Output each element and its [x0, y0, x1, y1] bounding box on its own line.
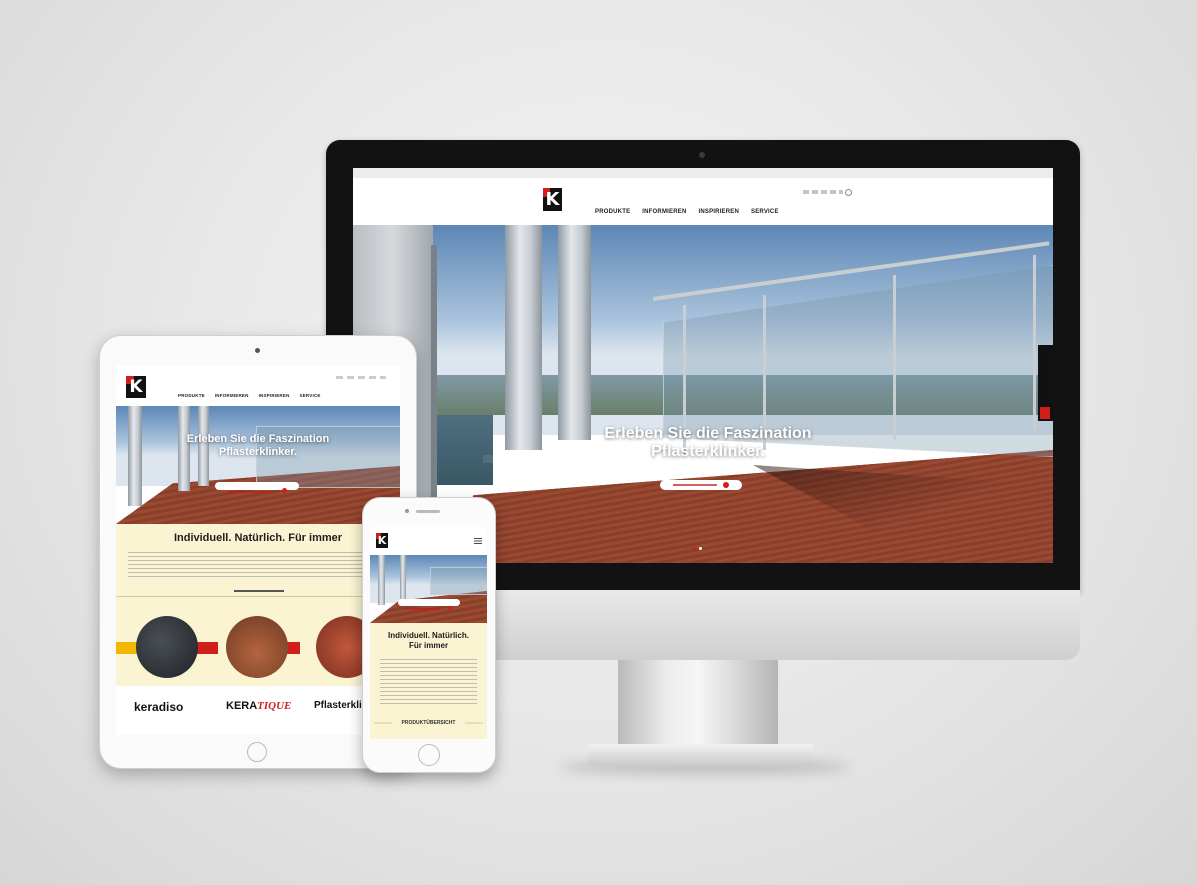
tablet-nav: PRODUKTE INFORMIEREN INSPIRIEREN SERVICE	[178, 393, 321, 398]
brand-keratique[interactable]: KERATIQUE	[226, 700, 291, 712]
tablet-utility-links[interactable]	[336, 376, 386, 379]
tablet-hero-title-line-2: Pflasterklinker.	[218, 446, 298, 458]
mobile-pillar-2	[400, 555, 406, 599]
mobile-hero	[370, 555, 487, 623]
hero-rail-post-4	[1033, 255, 1036, 430]
tablet-intro-section: Individuell. Natürlich. Für immer keradi…	[116, 524, 400, 735]
nav-inspirieren[interactable]: INSPIRIEREN	[698, 209, 739, 219]
tablet-divider	[116, 596, 400, 597]
arrow-icon	[723, 481, 730, 488]
brand-keratique-part-2: TIQUE	[257, 700, 292, 712]
imac-stand	[618, 660, 778, 748]
tablet-website: K PRODUKTE INFORMIEREN INSPIRIEREN SERVI…	[116, 366, 400, 735]
mobile-website: K Individuell. Natürlich. Für immer PROD…	[370, 527, 487, 739]
mobile-section-title: Individuell. Natürlich. Für immer	[370, 631, 487, 651]
kerawil-logo[interactable]: K	[543, 188, 562, 211]
imac-foot	[588, 744, 814, 766]
tablet-nav-informieren[interactable]: INFORMIEREN	[215, 393, 249, 398]
mobile-link-rule-right	[465, 722, 483, 724]
nav-produkte[interactable]: PRODUKTE	[595, 209, 630, 219]
tablet-header: K PRODUKTE INFORMIEREN INSPIRIEREN SERVI…	[116, 366, 400, 406]
hero-title: Erleben Sie die Faszination Pflasterklin…	[563, 425, 853, 461]
mobile-arrow-icon	[448, 605, 453, 610]
hero-title-line-1: Erleben Sie die Faszination	[604, 425, 812, 442]
desktop-header: K PRODUKTE INFORMIEREN INSPIRIEREN SERVI…	[353, 178, 1053, 225]
mockup-stage: K PRODUKTE INFORMIEREN INSPIRIEREN SERVI…	[0, 0, 1197, 885]
side-tab-icon[interactable]	[1040, 407, 1050, 419]
tablet-hero-title: Erleben Sie die Faszination Pflasterklin…	[168, 433, 348, 459]
tablet-nav-produkte[interactable]: PRODUKTE	[178, 393, 205, 398]
brand-keratique-part-1: KERA	[226, 700, 258, 712]
mobile-section-title-line-2: Für immer	[408, 641, 449, 650]
nav-informieren[interactable]: INFORMIEREN	[642, 209, 686, 219]
utility-links[interactable]	[803, 190, 843, 194]
tablet-nav-service[interactable]: SERVICE	[300, 393, 321, 398]
hero-pillar-2	[558, 225, 591, 440]
tablet-arrow-icon	[281, 488, 287, 494]
tablet-product-photo-2[interactable]	[226, 616, 288, 678]
mobile-section-title-line-1: Individuell. Natürlich.	[388, 631, 469, 640]
hero-cta-button[interactable]	[660, 480, 742, 490]
ipad-home-button	[247, 742, 267, 762]
mobile-glass-railing	[430, 567, 487, 595]
mobile-header: K	[370, 527, 487, 555]
hero-rail-post-3	[893, 275, 896, 440]
tablet-intro-text	[128, 552, 388, 580]
mobile-intro-section: Individuell. Natürlich. Für immer PRODUK…	[370, 623, 487, 739]
iphone-home-button	[418, 744, 440, 766]
tablet-brand-strip: keradiso KERATIQUE Pflasterkli	[116, 686, 400, 735]
tablet-kerawil-logo[interactable]: K	[126, 376, 146, 398]
ipad-camera	[255, 348, 260, 353]
search-icon[interactable]	[845, 189, 852, 196]
iphone-speaker	[416, 510, 440, 513]
imac-camera	[699, 152, 705, 158]
mobile-intro-text	[380, 659, 477, 707]
tablet-hero: Erleben Sie die Faszination Pflasterklin…	[116, 406, 400, 524]
tablet-section-title: Individuell. Natürlich. Für immer	[173, 532, 343, 544]
tablet-hero-title-line-1: Erleben Sie die Faszination	[186, 433, 330, 445]
iphone-camera	[405, 509, 409, 513]
hero-pillar-1	[505, 225, 542, 450]
hero-title-line-2: Pflasterklinker.	[651, 443, 765, 460]
tablet-overview-link[interactable]	[234, 590, 284, 592]
tablet-hero-cta[interactable]	[215, 482, 299, 494]
nav-service[interactable]: SERVICE	[751, 209, 779, 219]
mobile-hero-cta[interactable]	[398, 599, 460, 610]
brand-keradiso[interactable]: keradiso	[134, 700, 183, 714]
tablet-product-photo-1[interactable]	[136, 616, 198, 678]
desktop-nav: PRODUKTE INFORMIEREN INSPIRIEREN SERVICE	[595, 209, 778, 219]
tablet-nav-inspirieren[interactable]: INSPIRIEREN	[259, 393, 290, 398]
mobile-link-rule-left	[374, 722, 392, 724]
tablet-pillar-1	[128, 406, 142, 506]
brand-pflasterklinker[interactable]: Pflasterkli	[314, 700, 362, 711]
mobile-kerawil-logo[interactable]: K	[376, 533, 388, 548]
hamburger-menu-icon[interactable]	[474, 538, 482, 544]
mobile-pillar-1	[378, 555, 385, 605]
slider-dots[interactable]	[693, 547, 705, 550]
